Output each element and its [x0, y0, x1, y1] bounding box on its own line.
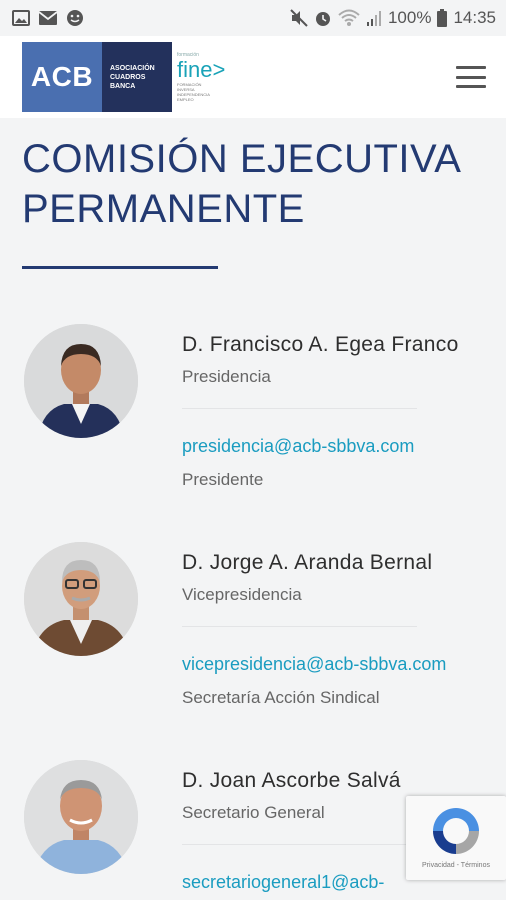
member-photo	[24, 324, 138, 438]
menu-bar	[456, 66, 486, 69]
logo-association-text: ASOCIACIÓN CUADROS BANCA	[102, 42, 172, 112]
menu-bar	[456, 75, 486, 79]
battery-icon	[437, 9, 448, 27]
member-photo	[24, 760, 138, 874]
menu-icon[interactable]	[456, 66, 486, 88]
recaptcha-badge[interactable]: Privacidad - Términos	[406, 796, 506, 880]
logo-fine-sub: EMPLEO	[177, 97, 194, 102]
mute-icon	[290, 9, 308, 27]
wifi-icon	[338, 9, 360, 26]
title-divider	[22, 266, 218, 269]
avatar	[24, 324, 138, 438]
signal-icon	[366, 11, 381, 26]
image-icon	[12, 10, 30, 26]
logo-acb: ACB	[22, 42, 102, 112]
logo-line: CUADROS	[110, 73, 146, 81]
member-name: D. Joan Ascorbe Salvá	[182, 769, 401, 792]
member-info: D. Jorge A. Aranda Bernal Vicepresidenci…	[182, 550, 492, 709]
recaptcha-icon	[433, 808, 479, 854]
recaptcha-terms[interactable]: Privacidad - Términos	[422, 862, 490, 869]
member-position: Secretaría Acción Sindical	[182, 688, 380, 707]
member-info: D. Francisco A. Egea Franco Presidencia …	[182, 332, 492, 491]
system-icons: 100% 14:35	[290, 8, 496, 28]
logo-line: BANCA	[110, 82, 136, 90]
face-icon	[67, 10, 83, 26]
avatar	[24, 760, 138, 874]
clock: 14:35	[453, 8, 496, 27]
site-logo[interactable]: ACB ASOCIACIÓN CUADROS BANCA formación f…	[22, 42, 225, 112]
member-position: Presidente	[182, 470, 264, 489]
page-title: COMISIÓN EJECUTIVA PERMANENTE	[22, 137, 460, 231]
avatar	[24, 542, 138, 656]
member-name: D. Jorge A. Aranda Bernal	[182, 551, 433, 574]
member-email-link[interactable]: vicepresidencia@acb-sbbva.com	[182, 653, 492, 675]
alarm-icon	[315, 12, 330, 26]
mail-icon	[38, 11, 58, 25]
menu-bar	[456, 85, 486, 88]
member-email-link[interactable]: presidencia@acb-sbbva.com	[182, 435, 492, 457]
member-photo	[24, 542, 138, 656]
battery-percent: 100%	[387, 8, 432, 27]
logo-line: ASOCIACIÓN	[110, 64, 155, 72]
member-name: D. Francisco A. Egea Franco	[182, 333, 459, 356]
site-header: ACB ASOCIACIÓN CUADROS BANCA formación f…	[0, 36, 506, 118]
member-role: Presidencia	[182, 367, 271, 386]
notification-icons	[12, 9, 84, 27]
member-role: Vicepresidencia	[182, 585, 302, 604]
logo-fine: formación fine> FORMACIÓN INVERSA INDEPE…	[172, 42, 225, 112]
logo-fine-text: fine>	[177, 57, 226, 82]
status-bar: 100% 14:35	[0, 0, 506, 36]
member-divider	[182, 408, 417, 409]
member-divider	[182, 626, 417, 627]
member-divider	[182, 844, 417, 845]
